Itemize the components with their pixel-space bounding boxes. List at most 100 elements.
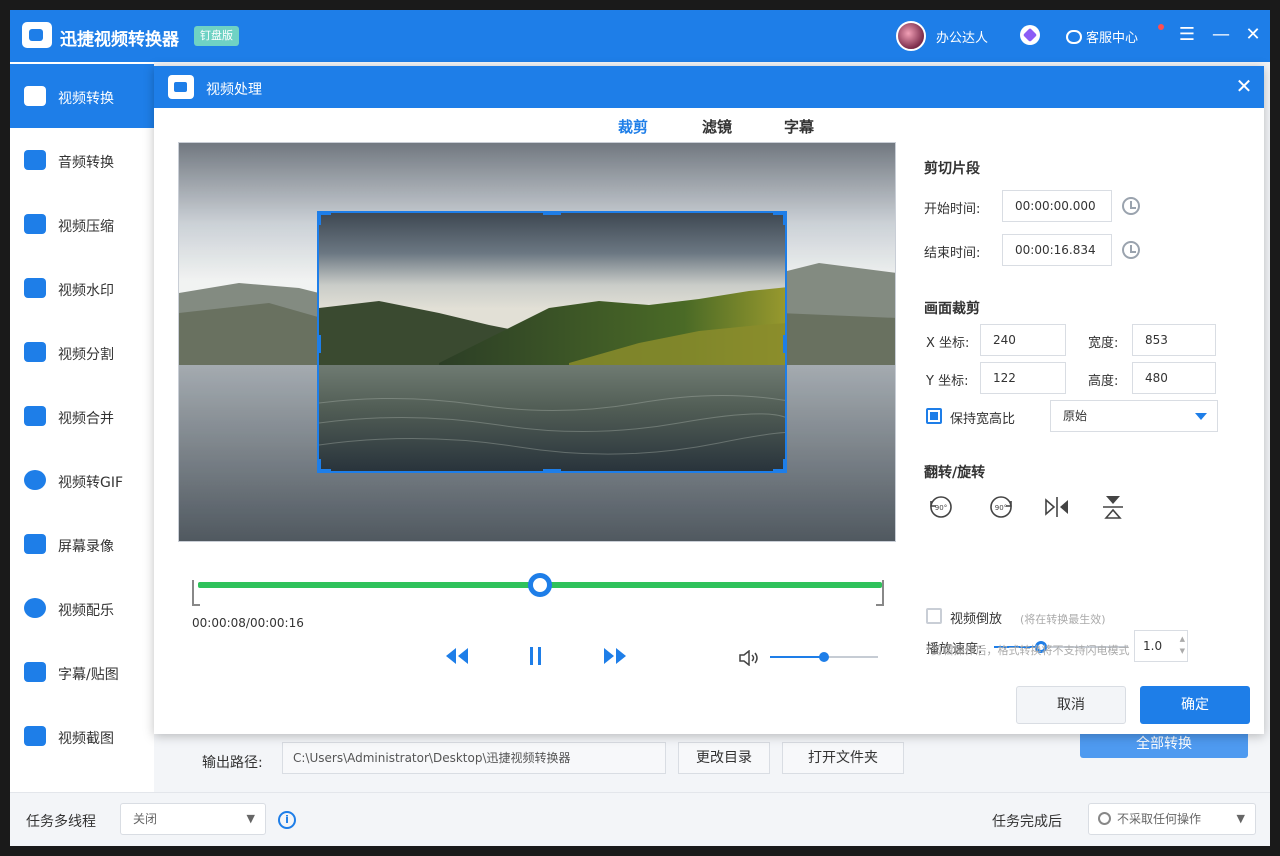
ratio-select[interactable]: 原始 xyxy=(1050,400,1218,432)
username[interactable]: 办公达人 xyxy=(936,27,988,46)
info-icon[interactable]: i xyxy=(278,811,296,829)
flip-vertical-icon[interactable] xyxy=(1098,492,1128,522)
sidebar-item-label: 视频截图 xyxy=(58,731,114,747)
confirm-button[interactable]: 确定 xyxy=(1140,686,1250,724)
output-path-field[interactable]: C:\Users\Administrator\Desktop\迅捷视频转换器 xyxy=(282,742,666,774)
svg-text:90°: 90° xyxy=(935,504,947,512)
start-time-label: 开始时间: xyxy=(924,202,981,217)
y-input[interactable]: 122 xyxy=(980,362,1066,394)
notification-dot xyxy=(1158,24,1164,30)
speed-input[interactable]: 1.0 ▲ ▼ xyxy=(1134,630,1188,662)
output-path-label: 输出路径: xyxy=(202,755,263,771)
app-title: 迅捷视频转换器 xyxy=(60,30,179,50)
crop-edge-handle[interactable] xyxy=(783,335,785,353)
no-action-icon xyxy=(1098,812,1111,825)
tab-filter[interactable]: 滤镜 xyxy=(702,116,732,137)
start-time-input[interactable]: 00:00:00.000 xyxy=(1002,190,1112,222)
width-input[interactable]: 853 xyxy=(1132,324,1216,356)
crop-edge-handle[interactable] xyxy=(319,335,321,353)
subtitle-sticker-icon xyxy=(24,662,46,682)
reverse-checkbox[interactable] xyxy=(926,608,942,624)
crop-edge-handle[interactable] xyxy=(543,213,561,215)
crop-corner-handle[interactable] xyxy=(783,459,785,471)
chat-icon xyxy=(1066,30,1082,44)
sidebar-item-audio-convert[interactable]: 音频转换 xyxy=(10,128,154,192)
close-icon[interactable]: ✕ xyxy=(1242,23,1264,47)
convert-all-button[interactable]: 全部转换 xyxy=(1080,730,1248,758)
tab-subtitle[interactable]: 字幕 xyxy=(784,116,814,137)
timecode: 00:00:08/00:00:16 xyxy=(192,616,304,630)
sidebar-item-video-music[interactable]: 视频配乐 xyxy=(10,576,154,640)
crop-edge-handle[interactable] xyxy=(543,469,561,471)
dialog-close-icon[interactable]: ✕ xyxy=(1232,74,1256,98)
open-folder-button[interactable]: 打开文件夹 xyxy=(782,742,904,774)
sidebar-item-label: 视频转换 xyxy=(58,91,114,107)
crop-corner-handle[interactable] xyxy=(783,213,785,225)
support-button[interactable]: 客服中心 xyxy=(1066,27,1138,46)
chevron-down-icon xyxy=(1195,413,1207,420)
timeline[interactable] xyxy=(192,573,884,606)
volume-slider[interactable] xyxy=(770,652,878,662)
cancel-button[interactable]: 取消 xyxy=(1016,686,1126,724)
clock-icon[interactable] xyxy=(1122,241,1140,259)
end-time-input[interactable]: 00:00:16.834 xyxy=(1002,234,1112,266)
avatar[interactable] xyxy=(896,21,926,51)
sidebar-item-video-merge[interactable]: 视频合并 xyxy=(10,384,154,448)
video-split-icon xyxy=(24,342,46,362)
menu-icon[interactable]: ☰ xyxy=(1176,23,1198,47)
threads-label: 任务多线程 xyxy=(26,814,96,830)
sidebar-item-subtitle-sticker[interactable]: 字幕/贴图 xyxy=(10,640,154,704)
fast-forward-icon[interactable] xyxy=(602,646,628,670)
sidebar-item-video-watermark[interactable]: 视频水印 xyxy=(10,256,154,320)
threads-select[interactable]: 关闭 ▼ xyxy=(120,803,266,835)
sidebar-item-video-screenshot[interactable]: 视频截图 xyxy=(10,704,154,768)
sidebar-item-video-split[interactable]: 视频分割 xyxy=(10,320,154,384)
sidebar-item-label: 音频转换 xyxy=(58,155,114,171)
flip-horizontal-icon[interactable] xyxy=(1042,492,1072,522)
volume-knob[interactable] xyxy=(819,652,829,662)
crop-selection[interactable] xyxy=(317,211,787,473)
vip-icon[interactable] xyxy=(1020,25,1040,45)
crop-corner-handle[interactable] xyxy=(319,213,321,225)
volume-icon[interactable] xyxy=(738,649,762,670)
sidebar-item-video-convert[interactable]: 视频转换 xyxy=(10,64,154,128)
change-dir-button[interactable]: 更改目录 xyxy=(678,742,770,774)
playhead-knob[interactable] xyxy=(528,573,552,597)
svg-text:90°: 90° xyxy=(995,504,1007,512)
crop-frame-image xyxy=(319,213,785,471)
clock-icon[interactable] xyxy=(1122,197,1140,215)
volume-fill xyxy=(770,656,824,658)
rotate-left-90-icon[interactable]: 90° xyxy=(926,492,956,522)
chevron-down-icon: ▼ xyxy=(1236,812,1245,825)
spinner-arrows-icon[interactable]: ▲ ▼ xyxy=(1180,633,1185,657)
settings-panel: 剪切片段 开始时间: 00:00:00.000 结束时间: 00:00:16.8… xyxy=(914,142,1250,672)
video-preview[interactable] xyxy=(178,142,896,542)
dialog-header: 视频处理 ✕ xyxy=(154,66,1264,108)
sidebar-item-screen-record[interactable]: 屏幕录像 xyxy=(10,512,154,576)
reverse-hint: (将在转换最生效) xyxy=(1020,613,1106,626)
height-input[interactable]: 480 xyxy=(1132,362,1216,394)
crop-corner-handle[interactable] xyxy=(319,459,321,471)
rotate-right-90-icon[interactable]: 90° xyxy=(986,492,1016,522)
edit-note: *剪辑操作后，格式转换将不支持闪电模式 xyxy=(926,644,1130,657)
cut-section-title: 剪切片段 xyxy=(924,161,980,177)
rewind-icon[interactable] xyxy=(444,646,470,670)
y-label: Y 坐标: xyxy=(926,374,969,389)
sidebar-item-label: 屏幕录像 xyxy=(58,539,114,555)
trim-end-handle[interactable] xyxy=(876,580,884,606)
after-task-select[interactable]: 不采取任何操作 ▼ xyxy=(1088,803,1256,835)
video-screenshot-icon xyxy=(24,726,46,746)
crop-section-title: 画面裁剪 xyxy=(924,301,980,317)
sidebar-item-label: 字幕/贴图 xyxy=(58,667,119,683)
minimize-icon[interactable]: — xyxy=(1210,23,1232,47)
x-input[interactable]: 240 xyxy=(980,324,1066,356)
pause-icon[interactable] xyxy=(528,646,544,670)
app-window: 迅捷视频转换器 钉盘版 办公达人 客服中心 ☰ — ✕ 视频转换 音频转换 视频… xyxy=(10,10,1270,846)
keep-ratio-checkbox[interactable] xyxy=(926,408,942,424)
sidebar-item-video-gif[interactable]: 视频转GIF xyxy=(10,448,154,512)
tab-crop[interactable]: 裁剪 xyxy=(618,116,648,137)
video-merge-icon xyxy=(24,406,46,426)
video-music-icon xyxy=(24,598,46,618)
dialog-logo-icon xyxy=(168,75,194,99)
sidebar-item-video-compress[interactable]: 视频压缩 xyxy=(10,192,154,256)
